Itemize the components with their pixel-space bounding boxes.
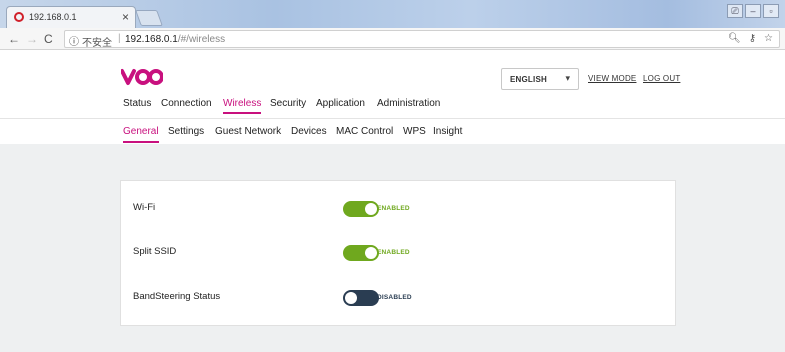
nav-item-wireless-label: Wireless [223, 98, 262, 109]
info-icon[interactable]: ⓘ [69, 33, 79, 48]
bandsteering-state: DISABLED [377, 294, 412, 301]
toggle-knob [365, 203, 377, 215]
browser-tabstrip: 192.168.0.1 × ⎚ – ▫ [0, 0, 785, 28]
nav-item-security[interactable]: Security [270, 98, 306, 109]
browser-toolbar: ← → C ⓘ 不安全 | 192.168.0.1/#/wireless 🔍︎ ⚷… [0, 28, 785, 50]
bandsteering-label: BandSteering Status [133, 291, 221, 302]
tab-general-label: General [123, 126, 159, 137]
voo-logo[interactable] [121, 67, 163, 86]
router-page: ENGLISH ▾ VIEW MODE LOG OUT Status Conne… [0, 50, 785, 352]
url-host: 192.168.0.1 [125, 34, 178, 45]
tab-guest-network[interactable]: Guest Network [215, 126, 281, 137]
tab-insight[interactable]: Insight [433, 126, 462, 137]
nav-item-status[interactable]: Status [123, 98, 151, 109]
tab-mac-control[interactable]: MAC Control [336, 126, 393, 137]
address-bar[interactable]: ⓘ 不安全 | 192.168.0.1/#/wireless 🔍︎ ⚷ ☆ [64, 30, 780, 49]
tab-wps[interactable]: WPS [403, 126, 426, 137]
active-tab-underline [123, 141, 159, 143]
split-ssid-label: Split SSID [133, 246, 177, 257]
view-mode-link[interactable]: VIEW MODE [588, 74, 636, 83]
forward-arrow-icon[interactable]: → [26, 31, 38, 47]
active-nav-underline [223, 112, 262, 114]
tab-close-icon[interactable]: × [122, 10, 129, 24]
browser-tab[interactable]: 192.168.0.1 × [6, 6, 136, 28]
nav-item-application[interactable]: Application [316, 98, 365, 109]
tab-settings[interactable]: Settings [168, 126, 204, 137]
back-arrow-icon[interactable]: ← [8, 31, 20, 47]
header-divider [0, 118, 785, 119]
wifi-toggle[interactable]: ENABLED [343, 201, 410, 217]
tab-title: 192.168.0.1 [29, 12, 77, 22]
key-icon[interactable]: ⚷ [749, 33, 756, 44]
split-ssid-toggle[interactable]: ENABLED [343, 245, 410, 261]
star-icon[interactable]: ☆ [764, 33, 773, 44]
minimize-button[interactable]: – [745, 4, 761, 18]
zoom-icon[interactable]: 🔍︎ [728, 33, 741, 44]
maximize-button[interactable]: ▫ [763, 4, 779, 18]
language-select[interactable]: ENGLISH ▾ [501, 68, 579, 90]
url-path: /#/wireless [177, 34, 226, 45]
address-bar-actions: 🔍︎ ⚷ ☆ [720, 33, 773, 44]
wifi-label: Wi-Fi [133, 202, 156, 213]
wireless-general-card: Wi-Fi ENABLED Split SSID ENABLED BandSte… [120, 180, 676, 326]
security-label: 不安全 [82, 38, 112, 49]
toggle-knob [345, 292, 357, 304]
reload-icon[interactable]: C [44, 31, 53, 47]
bandsteering-toggle[interactable]: DISABLED [343, 290, 412, 306]
log-out-link[interactable]: LOG OUT [643, 74, 680, 83]
user-profile-button[interactable]: ⎚ [727, 4, 743, 18]
address-separator: | [118, 33, 121, 44]
nav-item-wireless[interactable]: Wireless [223, 98, 262, 114]
wifi-state: ENABLED [377, 205, 410, 212]
toggle-knob [365, 247, 377, 259]
new-tab-button[interactable] [135, 10, 163, 26]
nav-item-connection[interactable]: Connection [161, 98, 212, 109]
language-value: ENGLISH [510, 75, 547, 84]
opera-icon [14, 12, 24, 22]
split-ssid-state: ENABLED [377, 249, 410, 256]
tab-general[interactable]: General [123, 126, 159, 143]
url-text[interactable]: 192.168.0.1/#/wireless [125, 34, 225, 45]
caret-down-icon: ▾ [565, 73, 570, 83]
tab-devices[interactable]: Devices [291, 126, 327, 137]
nav-item-administration[interactable]: Administration [377, 98, 440, 109]
